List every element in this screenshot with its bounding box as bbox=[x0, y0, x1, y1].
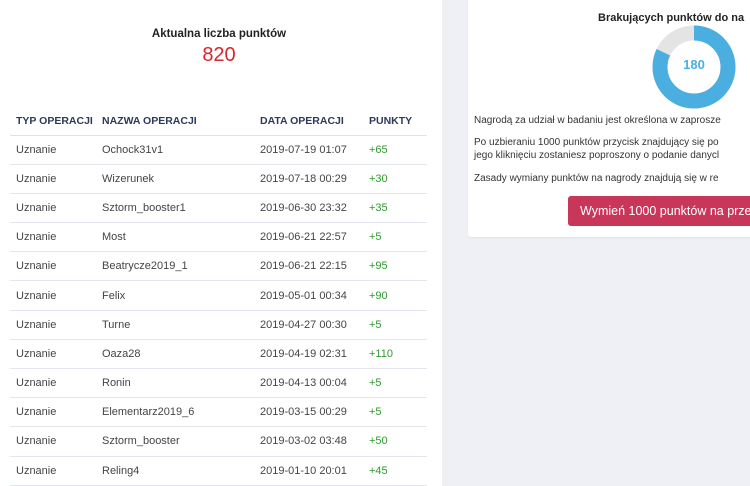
cell-operation-name: Ochock31v1 bbox=[96, 135, 254, 165]
table-row: Uznanie Felix 2019-05-01 00:34 +90 bbox=[10, 280, 427, 311]
cell-operation-name: Turne bbox=[96, 310, 254, 340]
cell-operation-date: 2019-06-21 22:57 bbox=[254, 222, 363, 253]
cell-operation-name: Elementarz2019_6 bbox=[96, 397, 254, 428]
table-header-row: TYP OPERACJI NAZWA OPERACJI DATA OPERACJ… bbox=[10, 108, 427, 136]
cell-operation-name: Sztorm_booster1 bbox=[96, 193, 254, 224]
current-points-value: 820 bbox=[202, 44, 236, 66]
column-header-date: DATA OPERACJI bbox=[254, 108, 363, 136]
table-row: Uznanie Beatrycze2019_1 2019-06-21 22:15 +9… bbox=[10, 251, 427, 282]
cell-operation-name: Felix bbox=[96, 280, 254, 311]
table-row: Uznanie Ochock31v1 2019-07-19 01:07 +65 bbox=[10, 135, 427, 165]
cell-operation-points: +45 bbox=[363, 456, 427, 486]
cell-operation-points: +65 bbox=[363, 135, 427, 165]
cell-operation-date: 2019-03-15 00:29 bbox=[254, 397, 363, 428]
cell-operation-name: Beatrycze2019_1 bbox=[96, 251, 254, 282]
cell-operation-date: 2019-05-01 00:34 bbox=[254, 280, 363, 311]
cell-operation-date: 2019-07-18 00:29 bbox=[254, 164, 363, 194]
missing-points-card: Brakujących punktów do na 180 Nagrodą za… bbox=[468, 0, 750, 237]
cell-operation-date: 2019-04-13 00:04 bbox=[254, 368, 363, 399]
table-row: Uznanie Reling4 2019-01-10 20:01 +45 bbox=[10, 456, 427, 486]
cell-operation-type: Uznanie bbox=[10, 280, 96, 311]
cell-operation-points: +90 bbox=[363, 280, 427, 311]
column-header-name: NAZWA OPERACJI bbox=[96, 108, 254, 136]
cell-operation-type: Uznanie bbox=[10, 368, 96, 399]
cell-operation-points: +5 bbox=[363, 310, 427, 340]
cell-operation-type: Uznanie bbox=[10, 339, 96, 370]
cell-operation-type: Uznanie bbox=[10, 397, 96, 428]
cell-operation-type: Uznanie bbox=[10, 251, 96, 282]
cell-operation-points: +5 bbox=[363, 397, 427, 428]
column-header-type: TYP OPERACJI bbox=[10, 108, 96, 136]
cell-operation-points: +5 bbox=[363, 368, 427, 399]
info-collect-text-line2: jego kliknięciu zostaniesz poproszony o … bbox=[474, 150, 720, 161]
cell-operation-name: Most bbox=[96, 222, 254, 253]
operations-table-body: Uznanie Ochock31v1 2019-07-19 01:07 +65 Uzna… bbox=[10, 135, 427, 486]
cell-operation-type: Uznanie bbox=[10, 426, 96, 457]
cell-operation-date: 2019-03-02 03:48 bbox=[254, 426, 363, 457]
table-row: Uznanie Turne 2019-04-27 00:30 +5 bbox=[10, 310, 427, 340]
cell-operation-name: Sztorm_booster bbox=[96, 426, 254, 457]
table-row: Uznanie Wizerunek 2019-07-18 00:29 +30 bbox=[10, 164, 427, 194]
cell-operation-type: Uznanie bbox=[10, 164, 96, 194]
cell-operation-points: +50 bbox=[363, 426, 427, 457]
cell-operation-name: Oaza28 bbox=[96, 339, 254, 370]
current-points-heading: Aktualna liczba punktów bbox=[151, 28, 287, 40]
info-reward-text: Nagrodą za udział w badaniu jest określo… bbox=[474, 115, 721, 126]
missing-points-heading: Brakujących punktów do na bbox=[598, 12, 745, 24]
cell-operation-type: Uznanie bbox=[10, 222, 96, 253]
points-history-panel: Aktualna liczba punktów 820 TYP OPERACJI… bbox=[0, 0, 442, 486]
cell-operation-type: Uznanie bbox=[10, 193, 96, 224]
cell-operation-points: +5 bbox=[363, 222, 427, 253]
table-row: Uznanie Elementarz2019_6 2019-03-15 00:29 +… bbox=[10, 397, 427, 428]
exchange-points-button[interactable]: Wymień 1000 punktów na przel bbox=[568, 196, 750, 226]
table-row: Uznanie Oaza28 2019-04-19 02:31 +110 bbox=[10, 339, 427, 370]
table-row: Uznanie Most 2019-06-21 22:57 +5 bbox=[10, 222, 427, 253]
cell-operation-name: Reling4 bbox=[96, 456, 254, 486]
cell-operation-date: 2019-01-10 20:01 bbox=[254, 456, 363, 486]
cell-operation-points: +110 bbox=[363, 339, 427, 370]
cell-operation-name: Ronin bbox=[96, 368, 254, 399]
cell-operation-type: Uznanie bbox=[10, 135, 96, 165]
cell-operation-date: 2019-04-27 00:30 bbox=[254, 310, 363, 340]
cell-operation-date: 2019-04-19 02:31 bbox=[254, 339, 363, 370]
table-row: Uznanie Sztorm_booster 2019-03-02 03:48 +50 bbox=[10, 426, 427, 457]
column-header-points: PUNKTY bbox=[363, 108, 427, 136]
operations-table: TYP OPERACJI NAZWA OPERACJI DATA OPERACJ… bbox=[10, 108, 427, 486]
cell-operation-points: +30 bbox=[363, 164, 427, 194]
table-row: Uznanie Ronin 2019-04-13 00:04 +5 bbox=[10, 368, 427, 399]
cell-operation-date: 2019-07-19 01:07 bbox=[254, 135, 363, 165]
cell-operation-points: +35 bbox=[363, 193, 427, 224]
cell-operation-date: 2019-06-21 22:15 bbox=[254, 251, 363, 282]
info-collect-text-line1: Po uzbieraniu 1000 punktów przycisk znaj… bbox=[474, 137, 719, 148]
table-row: Uznanie Sztorm_booster1 2019-06-30 23:32 +3… bbox=[10, 193, 427, 224]
cell-operation-type: Uznanie bbox=[10, 310, 96, 340]
cell-operation-name: Wizerunek bbox=[96, 164, 254, 194]
cell-operation-type: Uznanie bbox=[10, 456, 96, 486]
missing-points-value: 180 bbox=[683, 57, 705, 72]
cell-operation-date: 2019-06-30 23:32 bbox=[254, 193, 363, 224]
info-rules-text: Zasady wymiany punktów na nagrody znajdu… bbox=[474, 173, 719, 184]
cell-operation-points: +95 bbox=[363, 251, 427, 282]
